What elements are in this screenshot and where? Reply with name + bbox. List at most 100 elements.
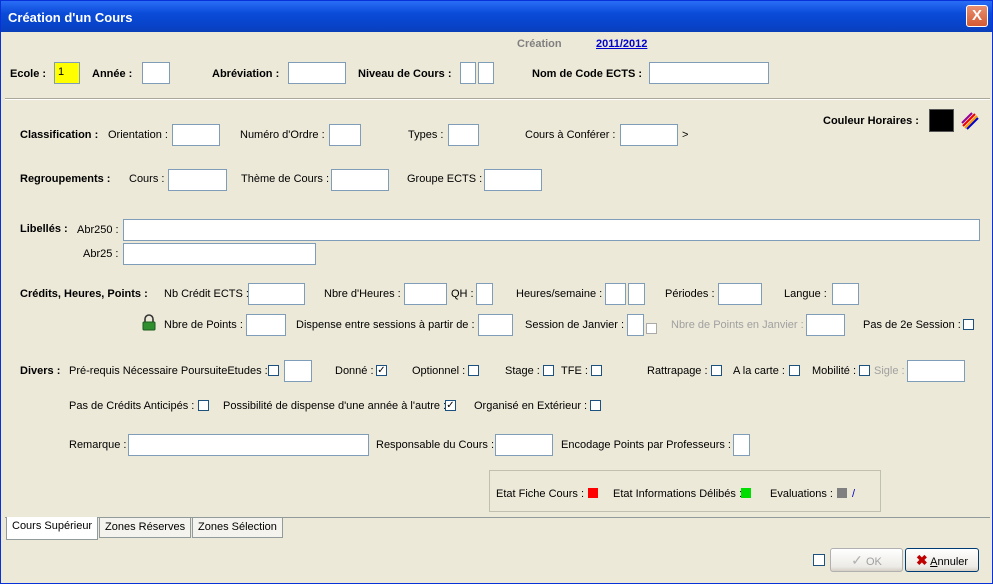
color-swatch[interactable] xyxy=(929,109,954,132)
etat-fiche-indicator xyxy=(588,488,598,498)
niveau-label: Niveau de Cours : xyxy=(358,68,452,80)
prerequis-input[interactable] xyxy=(284,360,312,382)
credits-label: Crédits, Heures, Points : xyxy=(20,288,148,300)
nbre-heures-input[interactable] xyxy=(404,283,447,305)
remarque-input[interactable] xyxy=(128,434,369,456)
heures-semaine-input-1[interactable] xyxy=(605,283,626,305)
session-janvier-checkbox[interactable] xyxy=(646,323,657,334)
ok-button[interactable]: ✓ OK xyxy=(830,548,903,572)
mobilite-checkbox[interactable] xyxy=(859,365,870,376)
abr25-input[interactable] xyxy=(123,243,316,265)
abr25-label: Abr25 : xyxy=(83,248,119,260)
rattrapage-checkbox[interactable] xyxy=(711,365,722,376)
organise-exterieur-checkbox[interactable] xyxy=(590,400,601,411)
etat-fiche-label: Etat Fiche Cours : xyxy=(496,488,585,500)
evaluations-slash: / xyxy=(852,488,856,500)
nbre-points-label: Nbre de Points : xyxy=(164,319,243,331)
cours-conferer-input[interactable] xyxy=(620,124,678,146)
abreviation-label: Abréviation : xyxy=(212,68,280,80)
pas-credits-anticipes-checkbox[interactable] xyxy=(198,400,209,411)
niveau-input-1[interactable] xyxy=(460,62,476,84)
langue-label: Langue : xyxy=(784,288,827,300)
cours-label: Cours : xyxy=(129,173,165,185)
heures-semaine-input-2[interactable] xyxy=(628,283,645,305)
annee-input[interactable] xyxy=(142,62,170,84)
groupe-ects-input[interactable] xyxy=(484,169,542,191)
a-la-carte-checkbox[interactable] xyxy=(789,365,800,376)
tfe-label: TFE : xyxy=(561,365,588,377)
dispense-label: Dispense entre sessions à partir de : xyxy=(296,319,475,331)
couleur-horaires-label: Couleur Horaires : xyxy=(823,115,919,127)
stage-checkbox[interactable] xyxy=(543,365,554,376)
prerequis-checkbox[interactable] xyxy=(268,365,279,376)
etat-delibes-indicator xyxy=(741,488,751,498)
possibilite-dispense-checkbox[interactable]: ✓ xyxy=(445,400,456,411)
abr250-input[interactable] xyxy=(123,219,980,241)
pas-2e-session-checkbox[interactable] xyxy=(963,319,974,330)
annuler-label: nnuler xyxy=(937,556,969,568)
numero-ordre-input[interactable] xyxy=(329,124,361,146)
evaluations-indicator xyxy=(837,488,847,498)
optionnel-label: Optionnel : xyxy=(412,365,466,377)
heures-semaine-label: Heures/semaine : xyxy=(516,288,603,300)
nbre-points-input[interactable] xyxy=(246,314,286,336)
periodes-input[interactable] xyxy=(718,283,762,305)
title-bar: Création d'un Cours X xyxy=(1,1,992,32)
langue-input[interactable] xyxy=(832,283,859,305)
evaluations-label: Evaluations : xyxy=(770,488,833,500)
cours-input[interactable] xyxy=(168,169,227,191)
check-icon: ✓ xyxy=(851,552,863,568)
ecole-label: Ecole : xyxy=(10,68,47,80)
points-janvier-input[interactable] xyxy=(806,314,845,336)
close-button[interactable]: X xyxy=(966,5,988,27)
ecole-input[interactable]: 1 xyxy=(54,62,80,84)
nbre-heures-label: Nbre d'Heures : xyxy=(324,288,401,300)
classification-label: Classification : xyxy=(20,129,99,141)
session-janvier-input[interactable] xyxy=(627,314,644,336)
responsable-label: Responsable du Cours : xyxy=(376,439,495,451)
encodage-points-input[interactable] xyxy=(733,434,750,456)
responsable-input[interactable] xyxy=(495,434,553,456)
optionnel-checkbox[interactable] xyxy=(468,365,479,376)
theme-cours-input[interactable] xyxy=(331,169,389,191)
types-input[interactable] xyxy=(448,124,479,146)
pas-credits-anticipes-label: Pas de Crédits Anticipés : xyxy=(69,400,195,412)
organise-exterieur-label: Organisé en Extérieur : xyxy=(474,400,588,412)
orientation-input[interactable] xyxy=(172,124,220,146)
session-janvier-label: Session de Janvier : xyxy=(525,319,625,331)
bottom-checkbox[interactable] xyxy=(813,554,825,566)
sigle-input[interactable] xyxy=(907,360,965,382)
qh-input[interactable] xyxy=(476,283,493,305)
tab-cours-superieur[interactable]: Cours Supérieur xyxy=(6,517,99,540)
cours-conferer-label: Cours à Conférer : xyxy=(525,129,616,141)
academic-year-link[interactable]: 2011/2012 xyxy=(596,38,647,50)
prerequis-label: Pré-requis Nécessaire PoursuiteEtudes : xyxy=(69,365,268,377)
tab-zones-selection[interactable]: Zones Sélection xyxy=(192,518,283,538)
donne-label: Donné : xyxy=(335,365,374,377)
a-la-carte-label: A la carte : xyxy=(733,365,785,377)
close-x-icon: ✖ xyxy=(915,552,928,568)
groupe-ects-label: Groupe ECTS : xyxy=(407,173,483,185)
conferer-arrow-button[interactable]: > xyxy=(682,129,688,141)
niveau-input-2[interactable] xyxy=(478,62,494,84)
window-title: Création d'un Cours xyxy=(8,10,133,25)
points-janvier-label: Nbre de Points en Janvier : xyxy=(671,319,804,331)
tfe-checkbox[interactable] xyxy=(591,365,602,376)
abreviation-input[interactable] xyxy=(288,62,346,84)
rattrapage-label: Rattrapage : xyxy=(647,365,708,377)
stage-label: Stage : xyxy=(505,365,540,377)
theme-cours-label: Thème de Cours : xyxy=(241,173,330,185)
numero-ordre-label: Numéro d'Ordre : xyxy=(240,129,325,141)
remarque-label: Remarque : xyxy=(69,439,127,451)
nb-credit-ects-input[interactable] xyxy=(248,283,305,305)
padlock-icon[interactable] xyxy=(142,314,156,331)
periodes-label: Périodes : xyxy=(665,288,715,300)
color-picker-icon[interactable] xyxy=(961,112,979,130)
donne-checkbox[interactable]: ✓ xyxy=(376,365,387,376)
annuler-button[interactable]: ✖ Annuler xyxy=(905,548,979,572)
ects-code-input[interactable] xyxy=(649,62,769,84)
tab-zones-reserves[interactable]: Zones Réserves xyxy=(99,518,192,538)
orientation-label: Orientation : xyxy=(108,129,168,141)
separator xyxy=(5,98,990,100)
dispense-input[interactable] xyxy=(478,314,513,336)
